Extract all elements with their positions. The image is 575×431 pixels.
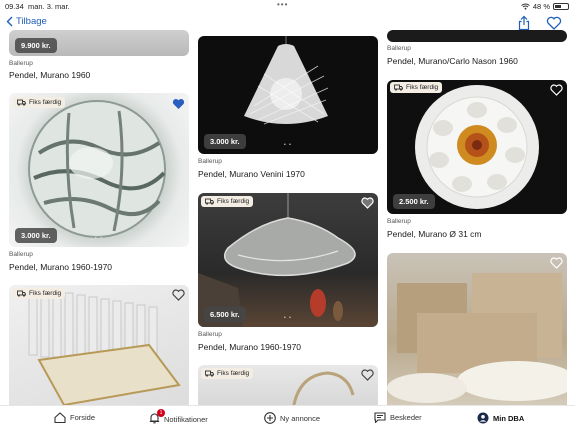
truck-icon xyxy=(17,290,26,297)
listing-title: Pendel, Murano 1960-1970 xyxy=(198,342,302,352)
heart-icon xyxy=(549,84,563,96)
listing-title: Pendel, Murano Venini 1970 xyxy=(198,169,305,179)
listing-location: Ballerup xyxy=(387,45,411,52)
notification-count-badge: 1 xyxy=(157,409,165,417)
listing-title: Pendel, Murano 1960 xyxy=(9,70,91,80)
status-bar: 09.34 man. 3. mar. ••• 48 % xyxy=(0,0,575,12)
fiks-faerdig-badge: Fiks færdig xyxy=(201,368,254,379)
tab-forside[interactable]: Forside xyxy=(54,412,95,423)
favorite-toggle[interactable] xyxy=(170,287,186,303)
listing-card[interactable]: Fiks færdig 6.500 kr. • • Ballerup Pende… xyxy=(198,193,378,355)
price-tag: 9.900 kr. xyxy=(15,38,57,53)
truck-icon xyxy=(205,370,214,377)
listing-card[interactable]: Fiks færdig xyxy=(9,285,189,410)
listing-title: Pendel, Murano Ø 31 cm xyxy=(387,229,482,239)
listing-location: Ballerup xyxy=(198,158,222,165)
badge-label: Fiks færdig xyxy=(217,198,250,205)
badge-label: Fiks færdig xyxy=(217,370,250,377)
status-time: 09.34 man. 3. mar. xyxy=(5,2,70,11)
heart-filled-icon xyxy=(172,99,184,109)
favorite-toggle[interactable] xyxy=(170,96,186,112)
status-right: 48 % xyxy=(521,2,569,11)
heart-icon xyxy=(549,257,563,269)
bell-wrapper: 1 xyxy=(149,409,165,426)
tab-notifikationer[interactable]: 1 Notifikationer xyxy=(149,409,208,426)
price-tag: 3.000 kr. xyxy=(15,228,57,243)
wifi-icon xyxy=(521,3,530,10)
tab-beskeder[interactable]: Beskeder xyxy=(374,412,422,423)
truck-icon xyxy=(394,84,403,91)
battery-percent: 48 % xyxy=(532,2,550,11)
truck-icon xyxy=(205,198,214,205)
share-icon xyxy=(518,15,530,31)
listing-card[interactable]: 3.000 kr. • • Ballerup Pendel, Murano Ve… xyxy=(198,36,378,181)
tab-label: Min DBA xyxy=(493,413,525,423)
bottom-tab-bar: Forside 1 Notifikationer Ny annonce Besk… xyxy=(0,405,575,431)
listing-title: Pendel, Murano 1960-1970 xyxy=(9,262,113,272)
listing-card[interactable]: Ballerup Pendel, Murano/Carlo Nason 1960 xyxy=(387,30,567,70)
heart-icon xyxy=(171,289,185,301)
heart-icon xyxy=(546,16,562,30)
price-tag: 3.000 kr. xyxy=(204,134,246,149)
favorite-toggle[interactable] xyxy=(548,82,564,98)
listing-title: Pendel, Murano/Carlo Nason 1960 xyxy=(387,56,518,66)
back-label: Tilbage xyxy=(16,16,47,27)
listing-card[interactable]: 9.900 kr. Ballerup Pendel, Murano 1960 xyxy=(9,30,189,86)
listing-image xyxy=(387,253,567,413)
listing-location: Ballerup xyxy=(198,331,222,338)
image-pager-dots: ‹ • • › xyxy=(460,203,478,209)
heart-icon xyxy=(360,197,374,209)
multitask-dots-icon: ••• xyxy=(277,0,289,9)
glass-pendant-illustration xyxy=(28,100,166,238)
badge-label: Fiks færdig xyxy=(29,99,62,106)
fiks-faerdig-badge: Fiks færdig xyxy=(13,288,66,299)
fiks-faerdig-badge: Fiks færdig xyxy=(13,97,66,108)
tab-label: Notifikationer xyxy=(164,414,208,424)
chevron-left-icon xyxy=(6,16,13,27)
fiks-faerdig-badge: Fiks færdig xyxy=(390,82,443,93)
listing-location: Ballerup xyxy=(9,60,33,67)
tab-label: Forside xyxy=(70,413,96,422)
listing-location: Ballerup xyxy=(9,251,33,258)
favorite-toggle[interactable] xyxy=(359,367,375,383)
listing-image xyxy=(9,93,189,247)
home-icon xyxy=(54,412,66,423)
price-tag: 6.500 kr. xyxy=(204,307,246,322)
listing-card[interactable] xyxy=(387,253,567,413)
tab-min-dba[interactable]: Min DBA xyxy=(477,412,524,424)
price-tag: 2.500 kr. xyxy=(393,194,435,209)
heart-icon xyxy=(360,369,374,381)
message-icon xyxy=(374,412,386,423)
image-pager-dots: • • xyxy=(95,235,103,241)
listing-card[interactable]: Fiks færdig 2.500 kr. ‹ • • › Ballerup P… xyxy=(387,80,567,242)
tab-label: Beskeder xyxy=(390,413,422,422)
fiks-faerdig-badge: Fiks færdig xyxy=(201,196,254,207)
listing-image xyxy=(387,30,567,42)
truck-icon xyxy=(17,99,26,106)
battery-icon xyxy=(553,3,569,10)
listing-card[interactable]: Fiks færdig 3.000 kr. • • Ballerup Pende… xyxy=(9,93,189,275)
tab-label: Ny annonce xyxy=(280,413,321,423)
listing-image xyxy=(9,285,189,410)
badge-label: Fiks færdig xyxy=(29,290,62,297)
image-pager-dots: • • xyxy=(284,142,292,148)
listing-card[interactable]: Fiks færdig xyxy=(198,365,378,410)
image-pager-dots: • • xyxy=(284,315,292,321)
avatar-icon xyxy=(477,412,489,424)
plus-circle-icon xyxy=(264,412,276,424)
back-button[interactable]: Tilbage xyxy=(6,16,47,27)
badge-label: Fiks færdig xyxy=(406,84,439,91)
ceiling-lamp-boxes-illustration xyxy=(387,273,567,403)
favorite-toggle[interactable] xyxy=(359,195,375,211)
tube-chandelier-illustration xyxy=(28,290,181,407)
listing-location: Ballerup xyxy=(387,218,411,225)
tab-ny-annonce[interactable]: Ny annonce xyxy=(264,412,320,424)
favorite-toggle[interactable] xyxy=(548,255,564,271)
